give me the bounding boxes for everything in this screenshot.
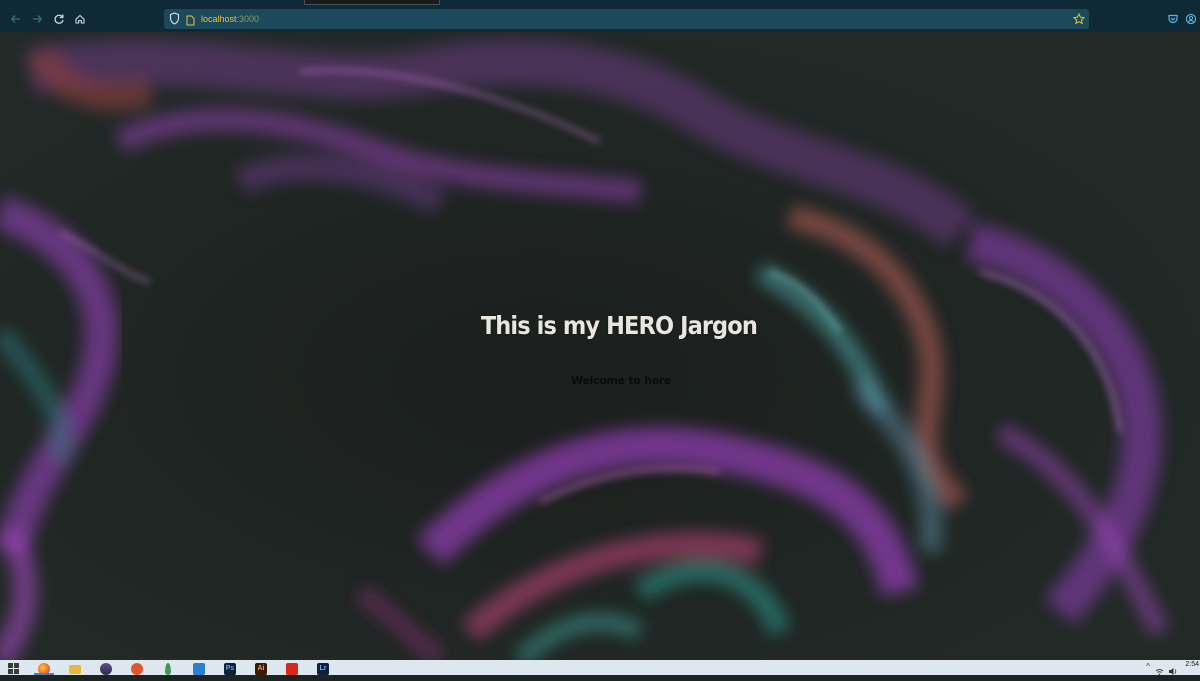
lightroom-icon[interactable]: Lr	[317, 663, 329, 675]
url-port: :3000	[236, 14, 260, 24]
vscode-icon[interactable]	[193, 663, 205, 675]
chevron-up-icon[interactable]: ^	[1146, 662, 1150, 671]
url-text[interactable]: localhost:3000	[201, 13, 259, 25]
pocket-icon[interactable]	[1165, 11, 1181, 27]
reload-icon[interactable]	[51, 11, 67, 27]
mongodb-icon[interactable]	[165, 663, 171, 675]
hero-subtitle: Welcome to here	[570, 374, 672, 387]
forward-arrow-icon[interactable]	[29, 11, 45, 27]
account-icon[interactable]	[1183, 11, 1199, 27]
home-icon[interactable]	[72, 11, 88, 27]
clock[interactable]: 2:54	[1185, 661, 1199, 668]
hero-title: This is my HERO Jargon	[480, 311, 758, 340]
acrobat-icon[interactable]	[286, 663, 298, 675]
windows-start-icon[interactable]	[8, 663, 19, 674]
illustrator-icon[interactable]: Ai	[255, 663, 267, 675]
git-app-icon[interactable]	[131, 663, 143, 675]
shield-icon[interactable]	[169, 12, 180, 30]
volume-icon[interactable]	[1168, 663, 1178, 681]
bookmark-star-icon[interactable]	[1072, 12, 1086, 30]
url-bar[interactable]: localhost:3000	[164, 9, 1089, 29]
browser-toolbar: localhost:3000	[0, 6, 1200, 32]
app-stack-icon[interactable]	[100, 663, 112, 675]
hero-background-image	[0, 32, 1200, 660]
hero-section: This is my HERO Jargon Welcome to here	[0, 32, 1200, 660]
active-tab[interactable]	[304, 0, 440, 5]
page-icon	[186, 13, 195, 31]
url-host: localhost	[201, 14, 237, 24]
wifi-icon[interactable]	[1155, 663, 1164, 681]
back-arrow-icon[interactable]	[8, 11, 24, 27]
photoshop-icon[interactable]: Ps	[224, 663, 236, 675]
file-explorer-icon[interactable]	[69, 665, 81, 674]
taskbar: Ps Ai Lr ^ 2:54	[0, 660, 1200, 676]
